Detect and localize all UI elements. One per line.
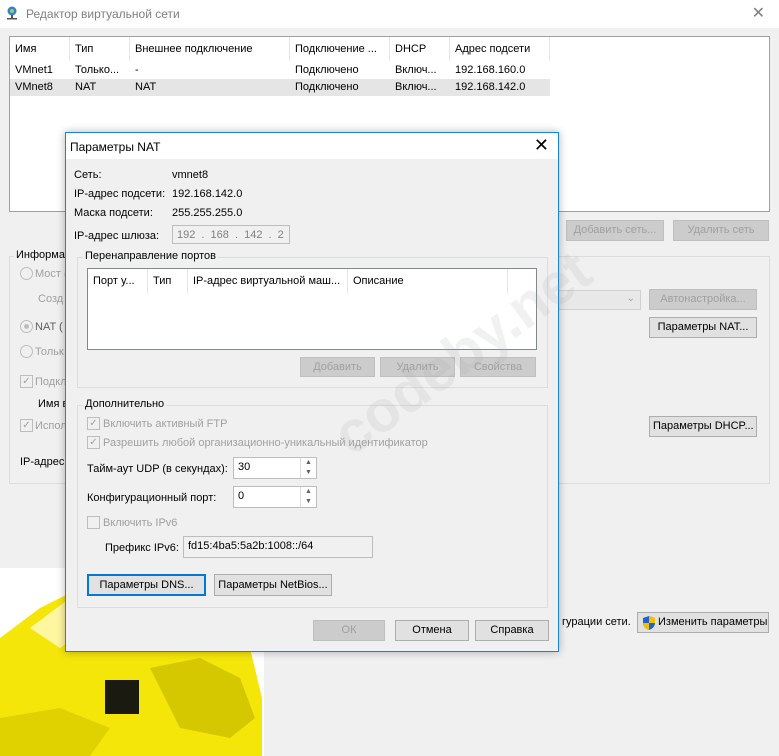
arrow-down-icon[interactable]: ▼ [301,468,316,478]
cell-dhcp: Включ... [395,81,437,93]
arrow-up-icon[interactable]: ▲ [301,487,316,497]
port-forwarding-title: Перенаправление портов [83,250,218,262]
col-header-description[interactable]: Описание [348,269,508,293]
config-port-label: Конфигурационный порт: [87,492,217,504]
allow-oui-label: Разрешить любой организационно-уникальны… [103,437,428,449]
shield-icon [643,616,655,630]
col-header-vm-ip[interactable]: IP-адрес виртуальной маш... [188,269,348,293]
add-network-button[interactable]: Добавить сеть... [566,220,664,241]
network-info-label: Информа [14,249,67,261]
network-label: Сеть: [74,169,102,181]
gateway-octet-2: 168 [210,229,229,241]
port-properties-button[interactable]: Свойства [460,357,536,377]
subnet-ip-label: IP-адрес подсети: [74,188,166,200]
subnet-ip-label: IP-адрес [20,456,65,468]
enable-ftp-checkbox[interactable]: ✓ [87,417,100,430]
network-value: vmnet8 [172,169,209,181]
auto-settings-button[interactable]: Автонастройка... [649,289,757,310]
change-settings-button[interactable]: Изменить параметры [637,612,769,633]
port-forwarding-list[interactable]: Порт у... Тип IP-адрес виртуальной маш..… [87,268,537,350]
cell-type: NAT [75,81,97,93]
cell-type: Только... [75,64,120,76]
enable-ftp-label: Включить активный FTP [103,418,228,430]
gateway-ip-label: IP-адрес шлюза: [74,230,160,242]
config-port-value: 0 [238,490,245,502]
cell-connection: Подключено [295,64,359,76]
nat-label: NAT ( [35,321,63,333]
nat-settings-dialog: Параметры NAT ✕ Сеть: vmnet8 IP-адрес по… [65,132,559,652]
config-port-stepper[interactable]: 0 ▲ ▼ [233,486,317,508]
network-icon [7,6,17,20]
col-header-name[interactable]: Имя [10,37,70,61]
config-text: гурации сети. [562,616,631,628]
gateway-octet-3: 142 [244,229,263,241]
ipv6-prefix-value: fd15:4ba5:5a2b:1008::/64 [188,540,314,552]
connect-adapter-checkbox[interactable]: ✓ [20,375,33,388]
host-only-radio[interactable] [20,345,33,358]
udp-timeout-value: 30 [238,461,251,473]
ok-button[interactable]: ОК [313,620,385,641]
close-icon[interactable]: ✕ [534,135,549,155]
nat-title-bar: Параметры NAT ✕ [66,133,558,159]
ipv6-prefix-input[interactable]: fd15:4ba5:5a2b:1008::/64 [183,536,373,558]
nat-radio[interactable] [20,320,33,333]
cell-subnet: 192.168.142.0 [455,81,526,93]
main-title-bar: Редактор виртуальной сети ✕ [0,0,779,28]
connect-adapter-label: Подкл [35,376,67,388]
bridged-to-label: Созд [38,293,64,305]
dhcp-settings-button[interactable]: Параметры DHCP... [649,416,757,437]
cell-name: VMnet1 [15,64,53,76]
close-icon[interactable]: ✕ [752,3,765,23]
config-port-spin[interactable]: ▲ ▼ [300,487,316,507]
remove-port-button[interactable]: Удалить [380,357,455,377]
col-header-dhcp[interactable]: DHCP [390,37,450,61]
enable-ipv6-checkbox[interactable] [87,516,100,529]
col-header-connection[interactable]: Подключение ... [290,37,390,61]
allow-oui-checkbox[interactable]: ✓ [87,436,100,449]
adapter-name-label: Имя в [38,398,69,410]
subnet-mask-value: 255.255.255.0 [172,207,243,219]
gateway-ip-input[interactable]: 192 . 168 . 142 . 2 [172,225,290,244]
nat-settings-button[interactable]: Параметры NAT... [649,317,757,338]
cell-subnet: 192.168.160.0 [455,64,526,76]
bridge-label: Мост ( [35,268,68,280]
subnet-ip-value: 192.168.142.0 [172,188,243,200]
dns-settings-button[interactable]: Параметры DNS... [87,574,206,596]
cell-name: VMnet8 [15,81,53,93]
change-settings-label: Изменить параметры [658,616,768,628]
subnet-mask-label: Маска подсети: [74,207,153,219]
col-header-subnet[interactable]: Адрес подсети [450,37,550,61]
bridge-radio[interactable] [20,267,33,280]
gateway-octet-1: 192 [177,229,196,241]
col-header-external[interactable]: Внешнее подключение [130,37,290,61]
nat-dialog-title: Параметры NAT [70,140,161,154]
cell-connection: Подключено [295,81,359,93]
col-header-host-port[interactable]: Порт у... [88,269,148,293]
udp-timeout-spin[interactable]: ▲ ▼ [300,458,316,478]
udp-timeout-stepper[interactable]: 30 ▲ ▼ [233,457,317,479]
main-title: Редактор виртуальной сети [26,7,180,21]
enable-ipv6-label: Включить IPv6 [103,517,178,529]
udp-timeout-label: Тайм-аут UDP (в секундах): [87,463,228,475]
ipv6-prefix-label: Префикс IPv6: [105,542,179,554]
cell-dhcp: Включ... [395,64,437,76]
cell-external: - [135,64,139,76]
chevron-down-icon: ⌄ [626,293,635,304]
use-dhcp-checkbox[interactable]: ✓ [20,419,33,432]
use-dhcp-label: Испол [35,420,67,432]
advanced-title: Дополнительно [83,398,167,410]
remove-network-button[interactable]: Удалить сеть [673,220,769,241]
gateway-octet-4: 2 [277,229,284,241]
help-button[interactable]: Справка [475,620,549,641]
arrow-up-icon[interactable]: ▲ [301,458,316,468]
col-header-type[interactable]: Тип [148,269,188,293]
add-port-button[interactable]: Добавить [300,357,375,377]
arrow-down-icon[interactable]: ▼ [301,497,316,507]
cell-external: NAT [135,81,157,93]
host-only-label: Тольк [35,346,64,358]
cancel-button[interactable]: Отмена [395,620,469,641]
col-header-type[interactable]: Тип [70,37,130,61]
netbios-settings-button[interactable]: Параметры NetBios... [214,574,332,596]
bridge-dropdown[interactable]: ⌄ [555,290,641,310]
